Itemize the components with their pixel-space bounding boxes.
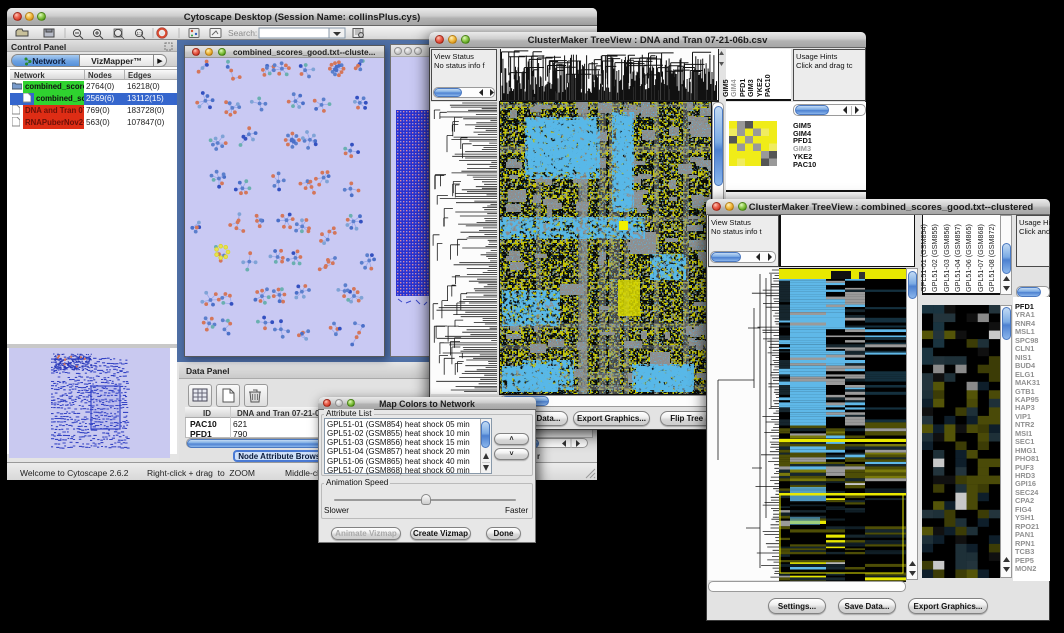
- svg-text:Search:: Search:: [228, 28, 257, 38]
- svg-text:1:1: 1:1: [137, 31, 144, 36]
